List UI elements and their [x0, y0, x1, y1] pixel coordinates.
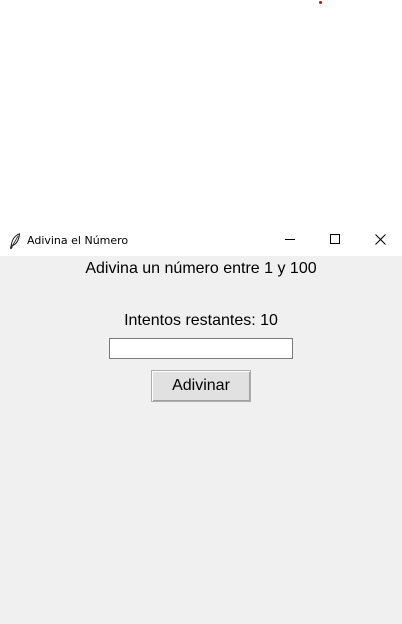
close-icon — [375, 232, 386, 250]
guess-button[interactable]: Adivinar — [151, 370, 251, 402]
attempts-remaining-label: Intentos restantes: 10 — [124, 312, 278, 329]
window-title: Adivina el Número — [27, 234, 129, 247]
feather-icon — [9, 233, 21, 249]
guess-input[interactable] — [109, 338, 293, 359]
maximize-icon — [330, 232, 341, 250]
title-bar[interactable]: Adivina el Número — [0, 225, 402, 256]
minimize-button[interactable] — [268, 225, 313, 256]
maximize-button[interactable] — [313, 225, 358, 256]
minimize-icon — [285, 232, 296, 250]
screen: Adivina el Número Adivina un número entr… — [0, 0, 402, 624]
close-button[interactable] — [358, 225, 402, 256]
instruction-label: Adivina un número entre 1 y 100 — [85, 260, 317, 277]
app-window: Adivina el Número Adivina un número entr… — [0, 225, 402, 624]
stray-red-dot — [319, 1, 322, 4]
